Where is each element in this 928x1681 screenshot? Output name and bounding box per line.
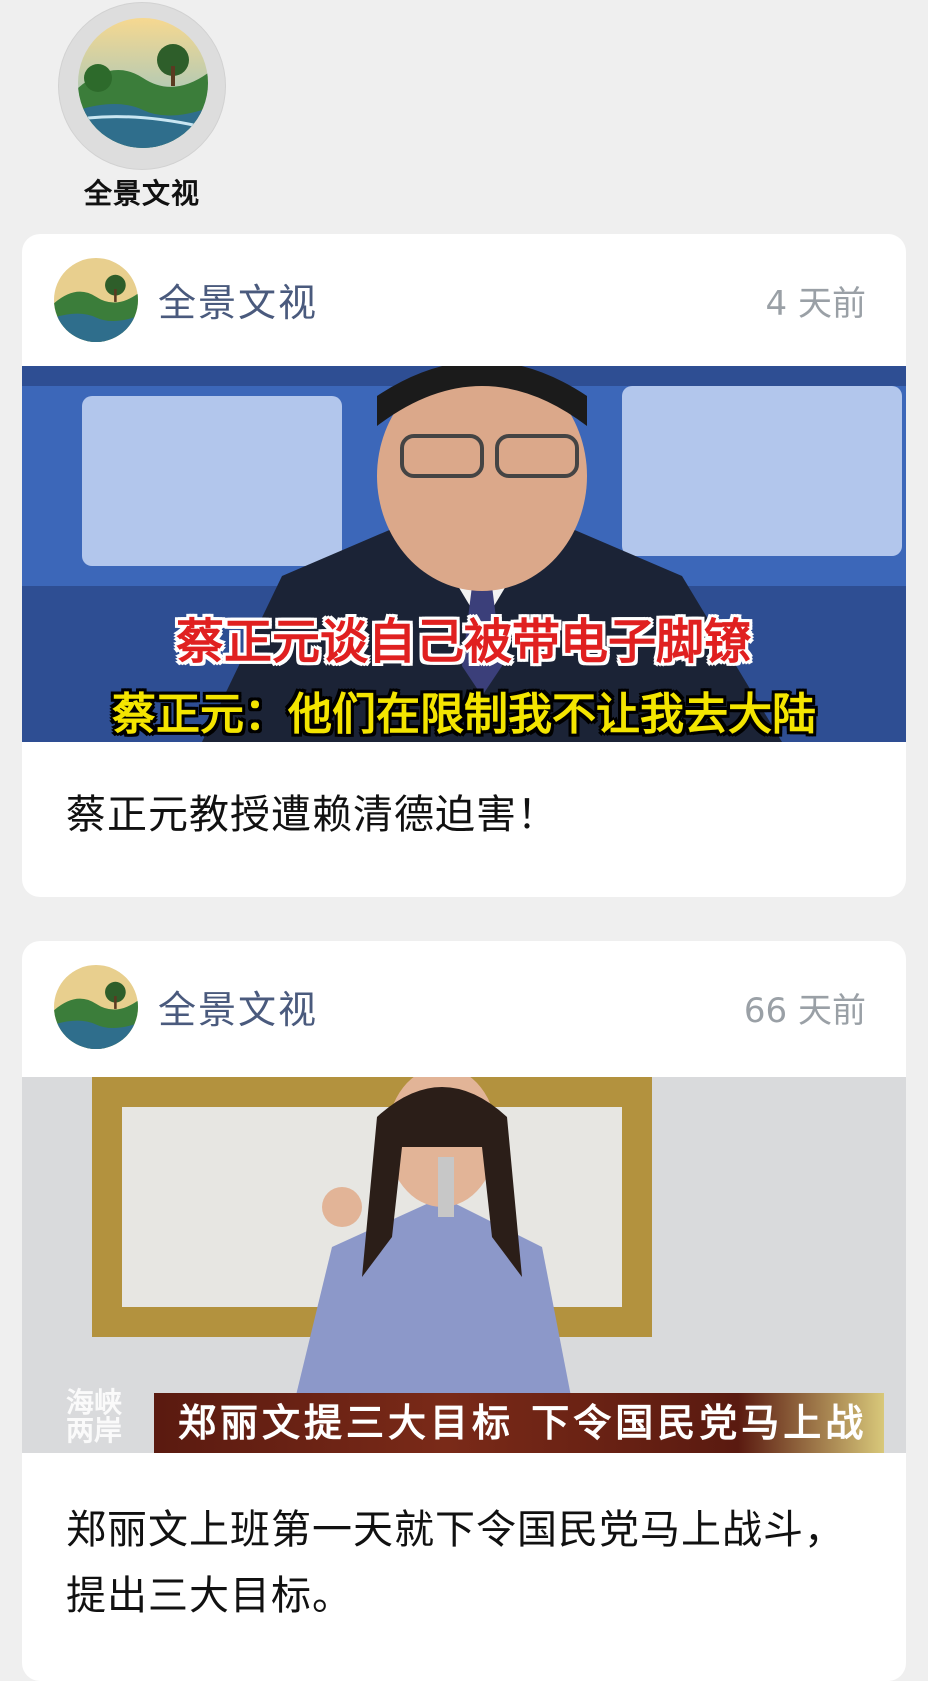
- channel-logo: 海峡两岸: [66, 1386, 123, 1447]
- author-name[interactable]: 全景文视: [158, 272, 318, 327]
- post-text[interactable]: 郑丽文上班第一天就下令国民党马上战斗，提出三大目标。: [66, 1497, 866, 1629]
- profile-name[interactable]: 全景文视: [48, 172, 236, 212]
- author-avatar[interactable]: [54, 258, 138, 342]
- post-image[interactable]: 蔡正元谈自己被带电子脚镣 蔡正元：他们在限制我不让我去大陆: [22, 366, 906, 742]
- post-card[interactable]: 全景文视 4 天前 蔡正元谈自己被带电子脚镣 蔡正元：他们在限制我不让我去大陆 …: [22, 234, 906, 897]
- landscape-avatar-icon: [78, 18, 208, 148]
- post-time: 4 天前: [765, 284, 866, 324]
- author-avatar[interactable]: [54, 965, 138, 1049]
- author-name[interactable]: 全景文视: [158, 979, 318, 1034]
- post-time: 66 天前: [743, 991, 866, 1031]
- profile-avatar-ring[interactable]: [58, 2, 226, 170]
- landscape-avatar-icon: [54, 258, 138, 342]
- video-caption-bottom: 蔡正元：他们在限制我不让我去大陆: [112, 689, 816, 740]
- video-caption-top: 蔡正元谈自己被带电子脚镣: [175, 614, 752, 670]
- post-card[interactable]: 全景文视 66 天前 海峡两岸 郑丽文提三大目标 下令国民党马上战斗 郑丽文上班…: [22, 941, 906, 1681]
- post-image[interactable]: 海峡两岸 郑丽文提三大目标 下令国民党马上战斗: [22, 1077, 906, 1453]
- landscape-avatar-icon: [54, 965, 138, 1049]
- avatar[interactable]: [78, 18, 208, 148]
- post-header: 全景文视 66 天前: [22, 941, 906, 1073]
- post-text[interactable]: 蔡正元教授遭赖清德迫害！: [66, 782, 866, 848]
- profile-header: 全景文视: [0, 0, 928, 230]
- post-header: 全景文视 4 天前: [22, 234, 906, 366]
- video-caption-bar: 郑丽文提三大目标 下令国民党马上战斗: [154, 1393, 884, 1453]
